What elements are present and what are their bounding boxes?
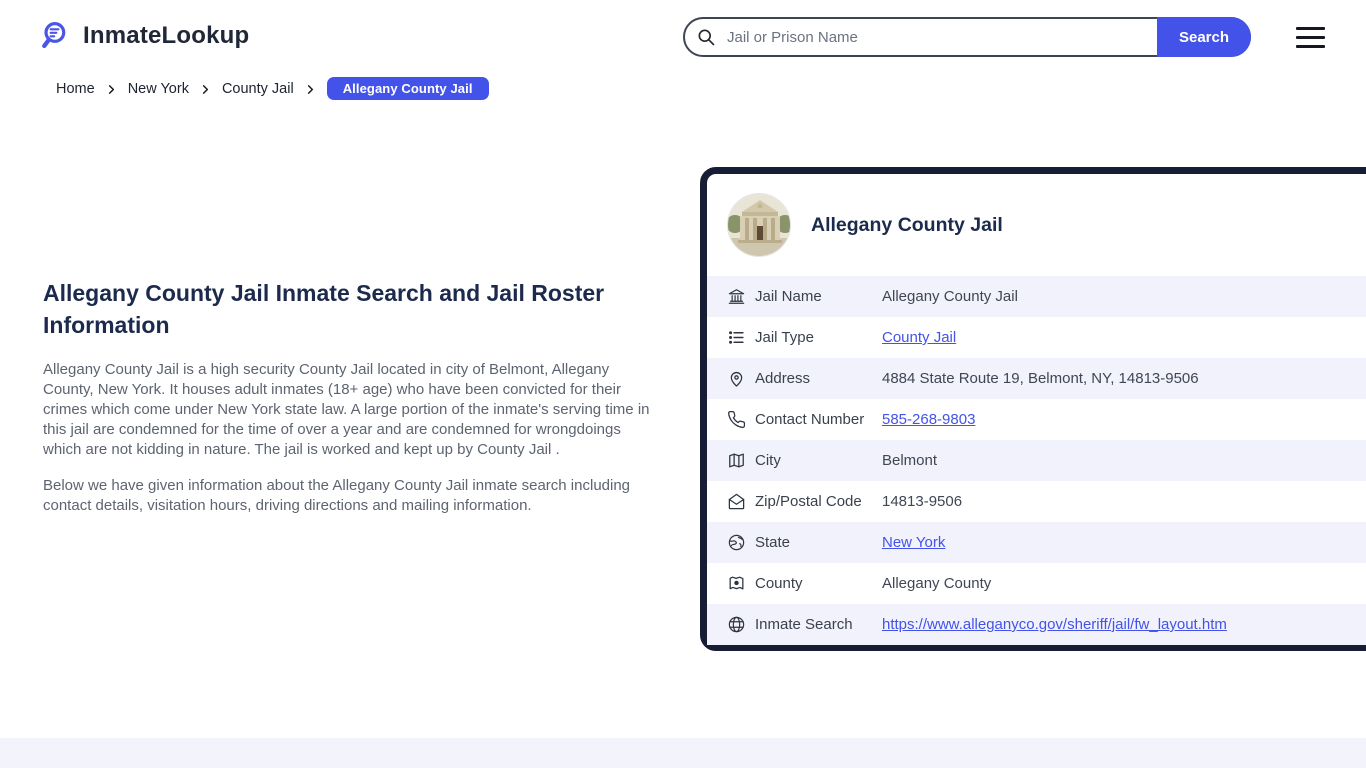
- search-icon: [696, 27, 716, 47]
- table-row: County Allegany County: [707, 563, 1366, 604]
- brand-name: InmateLookup: [83, 22, 250, 49]
- search-button[interactable]: Search: [1157, 17, 1251, 57]
- inmate-search-link[interactable]: https://www.alleganyco.gov/sheriff/jail/…: [882, 616, 1227, 633]
- chevron-right-icon: [106, 83, 117, 94]
- brand-logo[interactable]: InmateLookup: [40, 19, 249, 53]
- row-value: 14813-9506: [882, 493, 963, 510]
- breadcrumb-county-jail[interactable]: County Jail: [222, 81, 294, 97]
- article-paragraph: Below we have given information about th…: [43, 477, 631, 514]
- map-icon: [727, 451, 746, 470]
- jail-card-title: Allegany County Jail: [811, 213, 1003, 236]
- table-row: City Belmont: [707, 440, 1366, 481]
- magnifier-document-icon: [40, 19, 74, 53]
- row-label: County: [755, 575, 803, 592]
- list-icon: [727, 328, 746, 347]
- map-pin-icon: [727, 369, 746, 388]
- jail-type-link[interactable]: County Jail: [882, 329, 956, 346]
- bank-icon: [727, 287, 746, 306]
- table-row: Inmate Search https://www.alleganyco.gov…: [707, 604, 1366, 645]
- row-value: 4884 State Route 19, Belmont, NY, 14813-…: [882, 370, 1199, 387]
- breadcrumb-home[interactable]: Home: [56, 81, 95, 97]
- row-label: State: [755, 534, 791, 551]
- row-value: Allegany County Jail: [882, 288, 1018, 305]
- article: Allegany County Jail Inmate Search and J…: [43, 277, 653, 532]
- globe-americas-icon: [727, 533, 746, 552]
- jail-info-card: Allegany County Jail Jail Name Allegany …: [700, 167, 1366, 651]
- table-row: Jail Type County Jail: [707, 317, 1366, 358]
- row-label: Address: [755, 370, 811, 387]
- row-label: City: [755, 452, 781, 469]
- globe-icon: [727, 615, 746, 634]
- breadcrumb-current-badge: Allegany County Jail: [326, 77, 489, 100]
- envelope-icon: [727, 492, 746, 511]
- table-row: Zip/Postal Code 14813-9506: [707, 481, 1366, 522]
- breadcrumb-new-york[interactable]: New York: [128, 81, 189, 97]
- table-row: State New York: [707, 522, 1366, 563]
- county-map-icon: [727, 574, 746, 593]
- row-label: Jail Name: [755, 288, 822, 305]
- jail-photo: [727, 193, 791, 257]
- row-value: Allegany County: [882, 575, 992, 592]
- hamburger-menu-icon[interactable]: [1296, 27, 1325, 48]
- article-paragraph: Allegany County Jail is a high security …: [43, 361, 650, 458]
- row-label: Inmate Search: [755, 616, 853, 633]
- state-link[interactable]: New York: [882, 534, 945, 551]
- chevron-right-icon: [305, 83, 316, 94]
- table-row: Contact Number 585-268-9803: [707, 399, 1366, 440]
- row-label: Jail Type: [755, 329, 814, 346]
- jail-details-table: Jail Name Allegany County Jail Jail Type…: [707, 276, 1366, 645]
- contact-number-link[interactable]: 585-268-9803: [882, 411, 975, 428]
- jail-card-header: Allegany County Jail: [707, 174, 1366, 276]
- footer-strip: [0, 738, 1366, 768]
- table-row: Jail Name Allegany County Jail: [707, 276, 1366, 317]
- phone-icon: [727, 410, 746, 429]
- breadcrumb: Home New York County Jail Allegany Count…: [56, 77, 489, 100]
- page-title: Allegany County Jail Inmate Search and J…: [43, 280, 605, 338]
- table-row: Address 4884 State Route 19, Belmont, NY…: [707, 358, 1366, 399]
- chevron-right-icon: [200, 83, 211, 94]
- search-bar: Search: [683, 17, 1251, 57]
- row-value: Belmont: [882, 452, 938, 469]
- row-label: Zip/Postal Code: [755, 493, 862, 510]
- row-label: Contact Number: [755, 411, 865, 428]
